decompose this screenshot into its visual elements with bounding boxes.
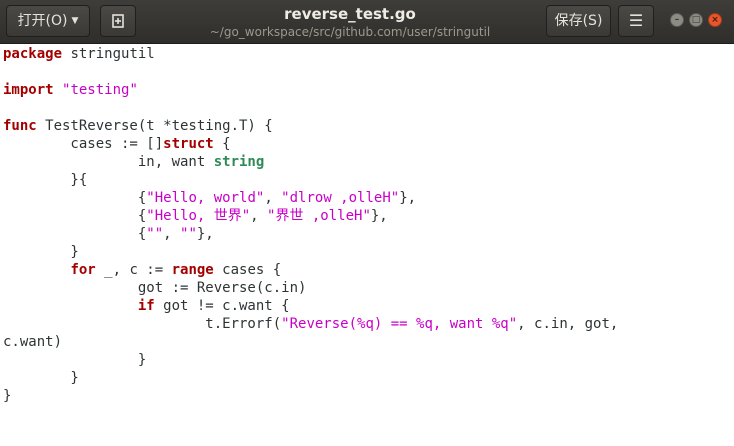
code-line: for _, c := range cases { — [3, 261, 734, 279]
close-button[interactable]: × — [708, 13, 722, 27]
code-line: {"Hello, 世界", "界世 ,olleH"}, — [3, 207, 734, 225]
code-token: t.Errorf( — [3, 316, 282, 332]
save-button[interactable]: 保存(S) — [546, 5, 611, 37]
code-token: }, — [370, 208, 388, 224]
chevron-down-icon: ▼ — [71, 16, 79, 26]
code-line: cases := []struct { — [3, 135, 734, 153]
code-token: in, want — [3, 154, 214, 170]
code-line: import "testing" — [3, 81, 734, 99]
code-token: } — [3, 352, 147, 368]
code-token: cases := [] — [3, 136, 164, 152]
code-token: { — [213, 136, 231, 152]
window-subtitle: ~/go_workspace/src/github.com/user/strin… — [209, 25, 491, 39]
maximize-button[interactable]: □ — [689, 13, 703, 27]
code-token: , — [264, 190, 282, 206]
code-line: t.Errorf("Reverse(%q) == %q, want %q", c… — [3, 315, 734, 333]
code-token: range — [171, 262, 214, 278]
code-token: func — [3, 118, 37, 134]
code-token: "界世 ,olleH" — [267, 208, 371, 224]
hamburger-icon: ☰ — [628, 11, 644, 30]
code-token: got != c.want { — [154, 298, 290, 314]
new-tab-button[interactable] — [100, 5, 136, 37]
code-line: } — [3, 243, 734, 261]
code-token: got := Reverse(c.in) — [3, 280, 307, 296]
code-token: } — [3, 388, 12, 404]
code-token: } — [3, 370, 79, 386]
code-token: for — [70, 262, 96, 278]
code-line: if got != c.want { — [3, 297, 734, 315]
code-token: { — [3, 190, 147, 206]
minimize-button[interactable]: – — [670, 13, 684, 27]
code-token: cases { — [213, 262, 282, 278]
close-icon: × — [711, 15, 719, 25]
hamburger-menu-button[interactable]: ☰ — [618, 5, 654, 37]
window-title-area: reverse_test.go ~/go_workspace/src/githu… — [180, 5, 520, 41]
code-token: "Hello, 世界" — [146, 208, 251, 224]
code-token: { — [3, 226, 147, 242]
code-token: }, — [399, 190, 417, 206]
open-button-label: 打开(O) — [17, 13, 68, 29]
minimize-icon: – — [674, 15, 680, 25]
code-line: got := Reverse(c.in) — [3, 279, 734, 297]
code-token: "dlrow ,olleH" — [281, 190, 400, 206]
code-token: }{ — [3, 172, 88, 188]
code-token: struct — [163, 136, 214, 152]
code-line: } — [3, 369, 734, 387]
code-line: }{ — [3, 171, 734, 189]
code-line: {"", ""}, — [3, 225, 734, 243]
code-line: func TestReverse(t *testing.T) { — [3, 117, 734, 135]
code-token: "" — [146, 226, 164, 242]
code-token: }, — [196, 226, 214, 242]
code-line: } — [3, 387, 734, 405]
code-line: in, want string — [3, 153, 734, 171]
code-token: "" — [180, 226, 197, 242]
code-token: _, c := — [95, 262, 172, 278]
code-token: { — [3, 208, 147, 224]
code-editor[interactable]: package stringutil import "testing" func T… — [0, 45, 734, 446]
open-button[interactable]: 打开(O) ▼ — [6, 5, 90, 37]
code-line: {"Hello, world", "dlrow ,olleH"}, — [3, 189, 734, 207]
code-line: package stringutil — [3, 45, 734, 63]
code-line: c.want) — [3, 333, 734, 351]
code-token: if — [137, 298, 155, 314]
window-title: reverse_test.go — [284, 5, 416, 23]
code-token: "Reverse(%q) == %q, want %q" — [281, 316, 518, 332]
maximize-icon: □ — [691, 15, 701, 25]
code-token: c.want) — [3, 334, 63, 350]
code-token: TestReverse(t *testing.T) { — [36, 118, 273, 134]
code-token: string — [213, 154, 265, 170]
code-token: "Hello, world" — [146, 190, 265, 206]
code-token: , — [163, 226, 181, 242]
code-token: stringutil — [62, 46, 155, 62]
code-token: package — [3, 46, 63, 62]
code-token: , c.in, got, — [517, 316, 619, 332]
code-token: } — [3, 244, 79, 260]
code-token: , — [250, 208, 268, 224]
code-token: import — [3, 82, 54, 98]
header-bar: 打开(O) ▼ reverse_test.go ~/go_workspace/sr… — [0, 0, 734, 44]
code-token: "testing" — [62, 82, 138, 98]
gedit-window: 打开(O) ▼ reverse_test.go ~/go_workspace/sr… — [0, 0, 734, 446]
code-line: } — [3, 351, 734, 369]
new-document-icon — [110, 13, 126, 29]
